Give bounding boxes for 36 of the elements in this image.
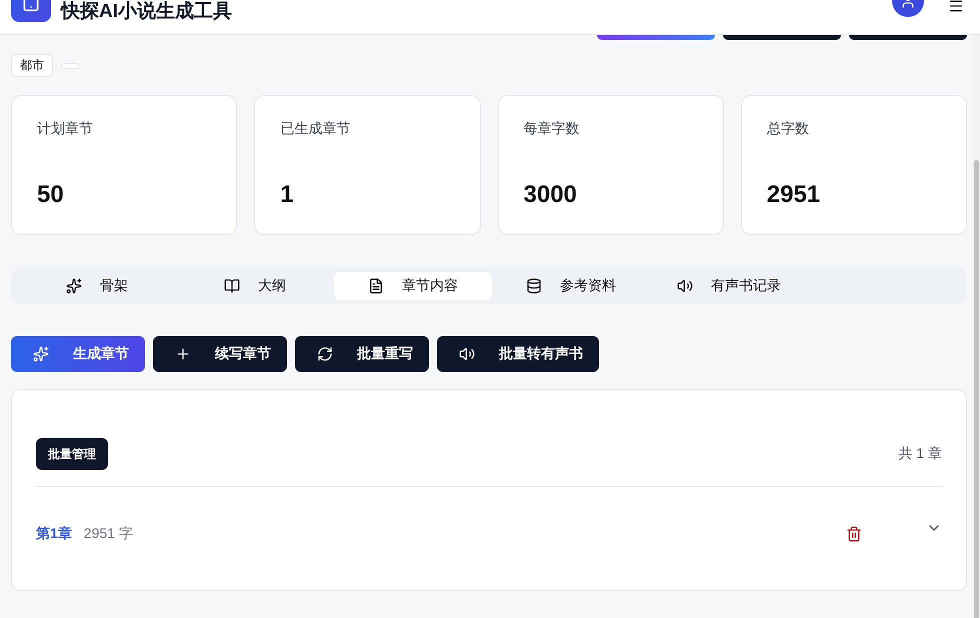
sparkles-icon bbox=[33, 346, 49, 362]
plus-icon bbox=[175, 346, 191, 362]
word-count: 2951 字 bbox=[84, 525, 134, 543]
action-button[interactable]: 续写章节 bbox=[153, 336, 287, 372]
action-button[interactable]: 批量重写 bbox=[295, 336, 429, 372]
stat-label: 已生成章节 bbox=[280, 120, 352, 138]
chapter-title[interactable]: 第1章 bbox=[36, 525, 72, 543]
app-title: 快探AI小说生成工具 bbox=[61, 1, 232, 23]
refresh-icon bbox=[317, 346, 333, 362]
document-icon bbox=[368, 278, 384, 294]
scrollbar[interactable] bbox=[974, 160, 979, 618]
database-icon bbox=[526, 278, 542, 294]
stat-value: 50 bbox=[37, 181, 65, 209]
delete-icon[interactable] bbox=[846, 526, 862, 542]
speaker-icon bbox=[677, 278, 693, 294]
stat-label: 总字数 bbox=[766, 120, 810, 138]
tab[interactable]: 参考资料 bbox=[492, 272, 650, 300]
stat-label: 每章字数 bbox=[524, 120, 580, 138]
batch-manage-button[interactable]: 批量管理 bbox=[36, 438, 108, 470]
speaker-icon bbox=[459, 346, 475, 362]
stat-value: 1 bbox=[280, 181, 295, 209]
menu-icon[interactable] bbox=[948, 0, 964, 14]
sparkles-icon bbox=[66, 278, 82, 294]
tab[interactable]: 有声书记录 bbox=[650, 272, 808, 300]
tab[interactable]: 骨架 bbox=[18, 272, 176, 300]
stat-label: 计划章节 bbox=[37, 120, 94, 138]
genre-tag: 都市 bbox=[11, 54, 53, 77]
tab[interactable]: 大纲 bbox=[176, 272, 334, 300]
stat-value: 2951 bbox=[766, 181, 822, 209]
action-button[interactable]: 批量转有声书 bbox=[437, 336, 599, 372]
book-icon bbox=[224, 278, 240, 294]
stat-value: 3000 bbox=[524, 181, 578, 209]
chapter-count: 共 1 章 bbox=[898, 445, 942, 463]
empty-tag bbox=[61, 62, 79, 68]
action-button[interactable]: 生成章节 bbox=[11, 336, 145, 372]
tab[interactable]: 章节内容 bbox=[334, 272, 492, 300]
